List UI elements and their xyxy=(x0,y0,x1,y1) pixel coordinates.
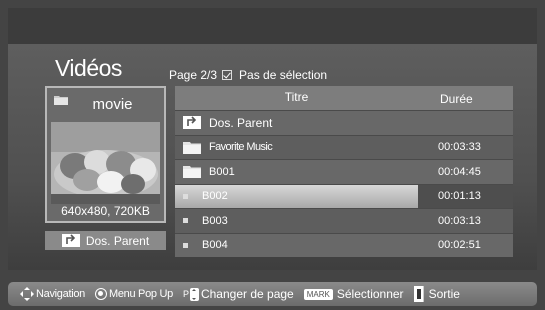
list-header: Titre Durée xyxy=(175,86,513,110)
list-item[interactable]: B004 00:02:51 xyxy=(175,232,513,257)
footer-page: P Changer de page xyxy=(183,287,294,301)
folder-icon xyxy=(183,141,201,154)
channel-key-icon: P xyxy=(183,287,199,301)
item-duration: 00:02:51 xyxy=(438,239,481,252)
exit-icon xyxy=(413,286,424,302)
footer-navigation: Navigation xyxy=(20,287,85,301)
item-title: Dos. Parent xyxy=(209,115,273,130)
item-title: B002 xyxy=(202,190,228,203)
footer-exit-label: Sortie xyxy=(428,287,460,301)
selection-status: Pas de sélection xyxy=(239,68,328,82)
list-item[interactable]: Favorite Music 00:03:33 xyxy=(175,134,513,159)
mark-key-icon: MARK xyxy=(303,288,333,300)
page-title: Vidéos xyxy=(55,55,122,81)
folder-icon xyxy=(183,166,201,179)
footer-menu: Menu Pop Up xyxy=(94,288,173,300)
screen: Vidéos Page 2/3 Pas de sélection movie 6… xyxy=(0,0,545,310)
file-icon xyxy=(183,193,188,199)
list-item[interactable]: B003 00:03:13 xyxy=(175,208,513,233)
file-icon xyxy=(183,218,188,224)
footer-select: MARK Sélectionner xyxy=(303,287,404,301)
item-duration: 00:01:13 xyxy=(418,184,513,208)
parent-folder-label: Dos. Parent xyxy=(85,233,150,248)
list-item[interactable]: B001 00:04:45 xyxy=(175,159,513,184)
item-duration: 00:04:45 xyxy=(438,165,481,178)
footer-select-label: Sélectionner xyxy=(336,287,404,301)
item-title: B004 xyxy=(202,239,228,252)
item-title: B001 xyxy=(209,165,235,178)
page-indicator: Page 2/3 xyxy=(169,68,218,82)
preview-dimensions: 640x480, 720KB xyxy=(61,204,150,218)
list-item-selected[interactable]: B002 00:01:13 xyxy=(175,183,513,208)
column-duration: Durée xyxy=(440,92,473,106)
preview-label: movie xyxy=(92,96,133,113)
footer-exit: Sortie xyxy=(413,286,460,302)
list-item[interactable]: Dos. Parent xyxy=(175,110,513,135)
item-duration: 00:03:13 xyxy=(438,214,481,227)
column-title: Titre xyxy=(284,90,309,104)
page-info: Page 2/3 Pas de sélection xyxy=(169,68,327,82)
parent-folder-button[interactable]: Dos. Parent xyxy=(45,231,166,250)
thumbnail-image xyxy=(51,122,160,204)
item-title: Favorite Music xyxy=(209,141,273,154)
footer-navigation-label: Navigation xyxy=(36,288,85,300)
parent-folder-icon xyxy=(183,116,201,130)
footer-page-label: Changer de page xyxy=(200,287,294,301)
item-title: B003 xyxy=(202,214,228,227)
top-bar xyxy=(8,8,537,44)
item-duration: 00:03:33 xyxy=(438,141,481,154)
enter-button-icon xyxy=(94,288,107,300)
file-list: Titre Durée Dos. Parent Favorite Music 0… xyxy=(175,86,513,257)
parent-folder-icon xyxy=(61,234,80,247)
file-icon xyxy=(183,242,188,248)
navigation-arrows-icon xyxy=(20,287,34,301)
checkbox-icon xyxy=(222,70,233,80)
footer-menu-label: Menu Pop Up xyxy=(108,288,173,300)
preview-panel: movie 640x480, 720KB xyxy=(45,86,166,223)
footer-bar: Navigation Menu Pop Up P Changer de page… xyxy=(8,282,537,306)
